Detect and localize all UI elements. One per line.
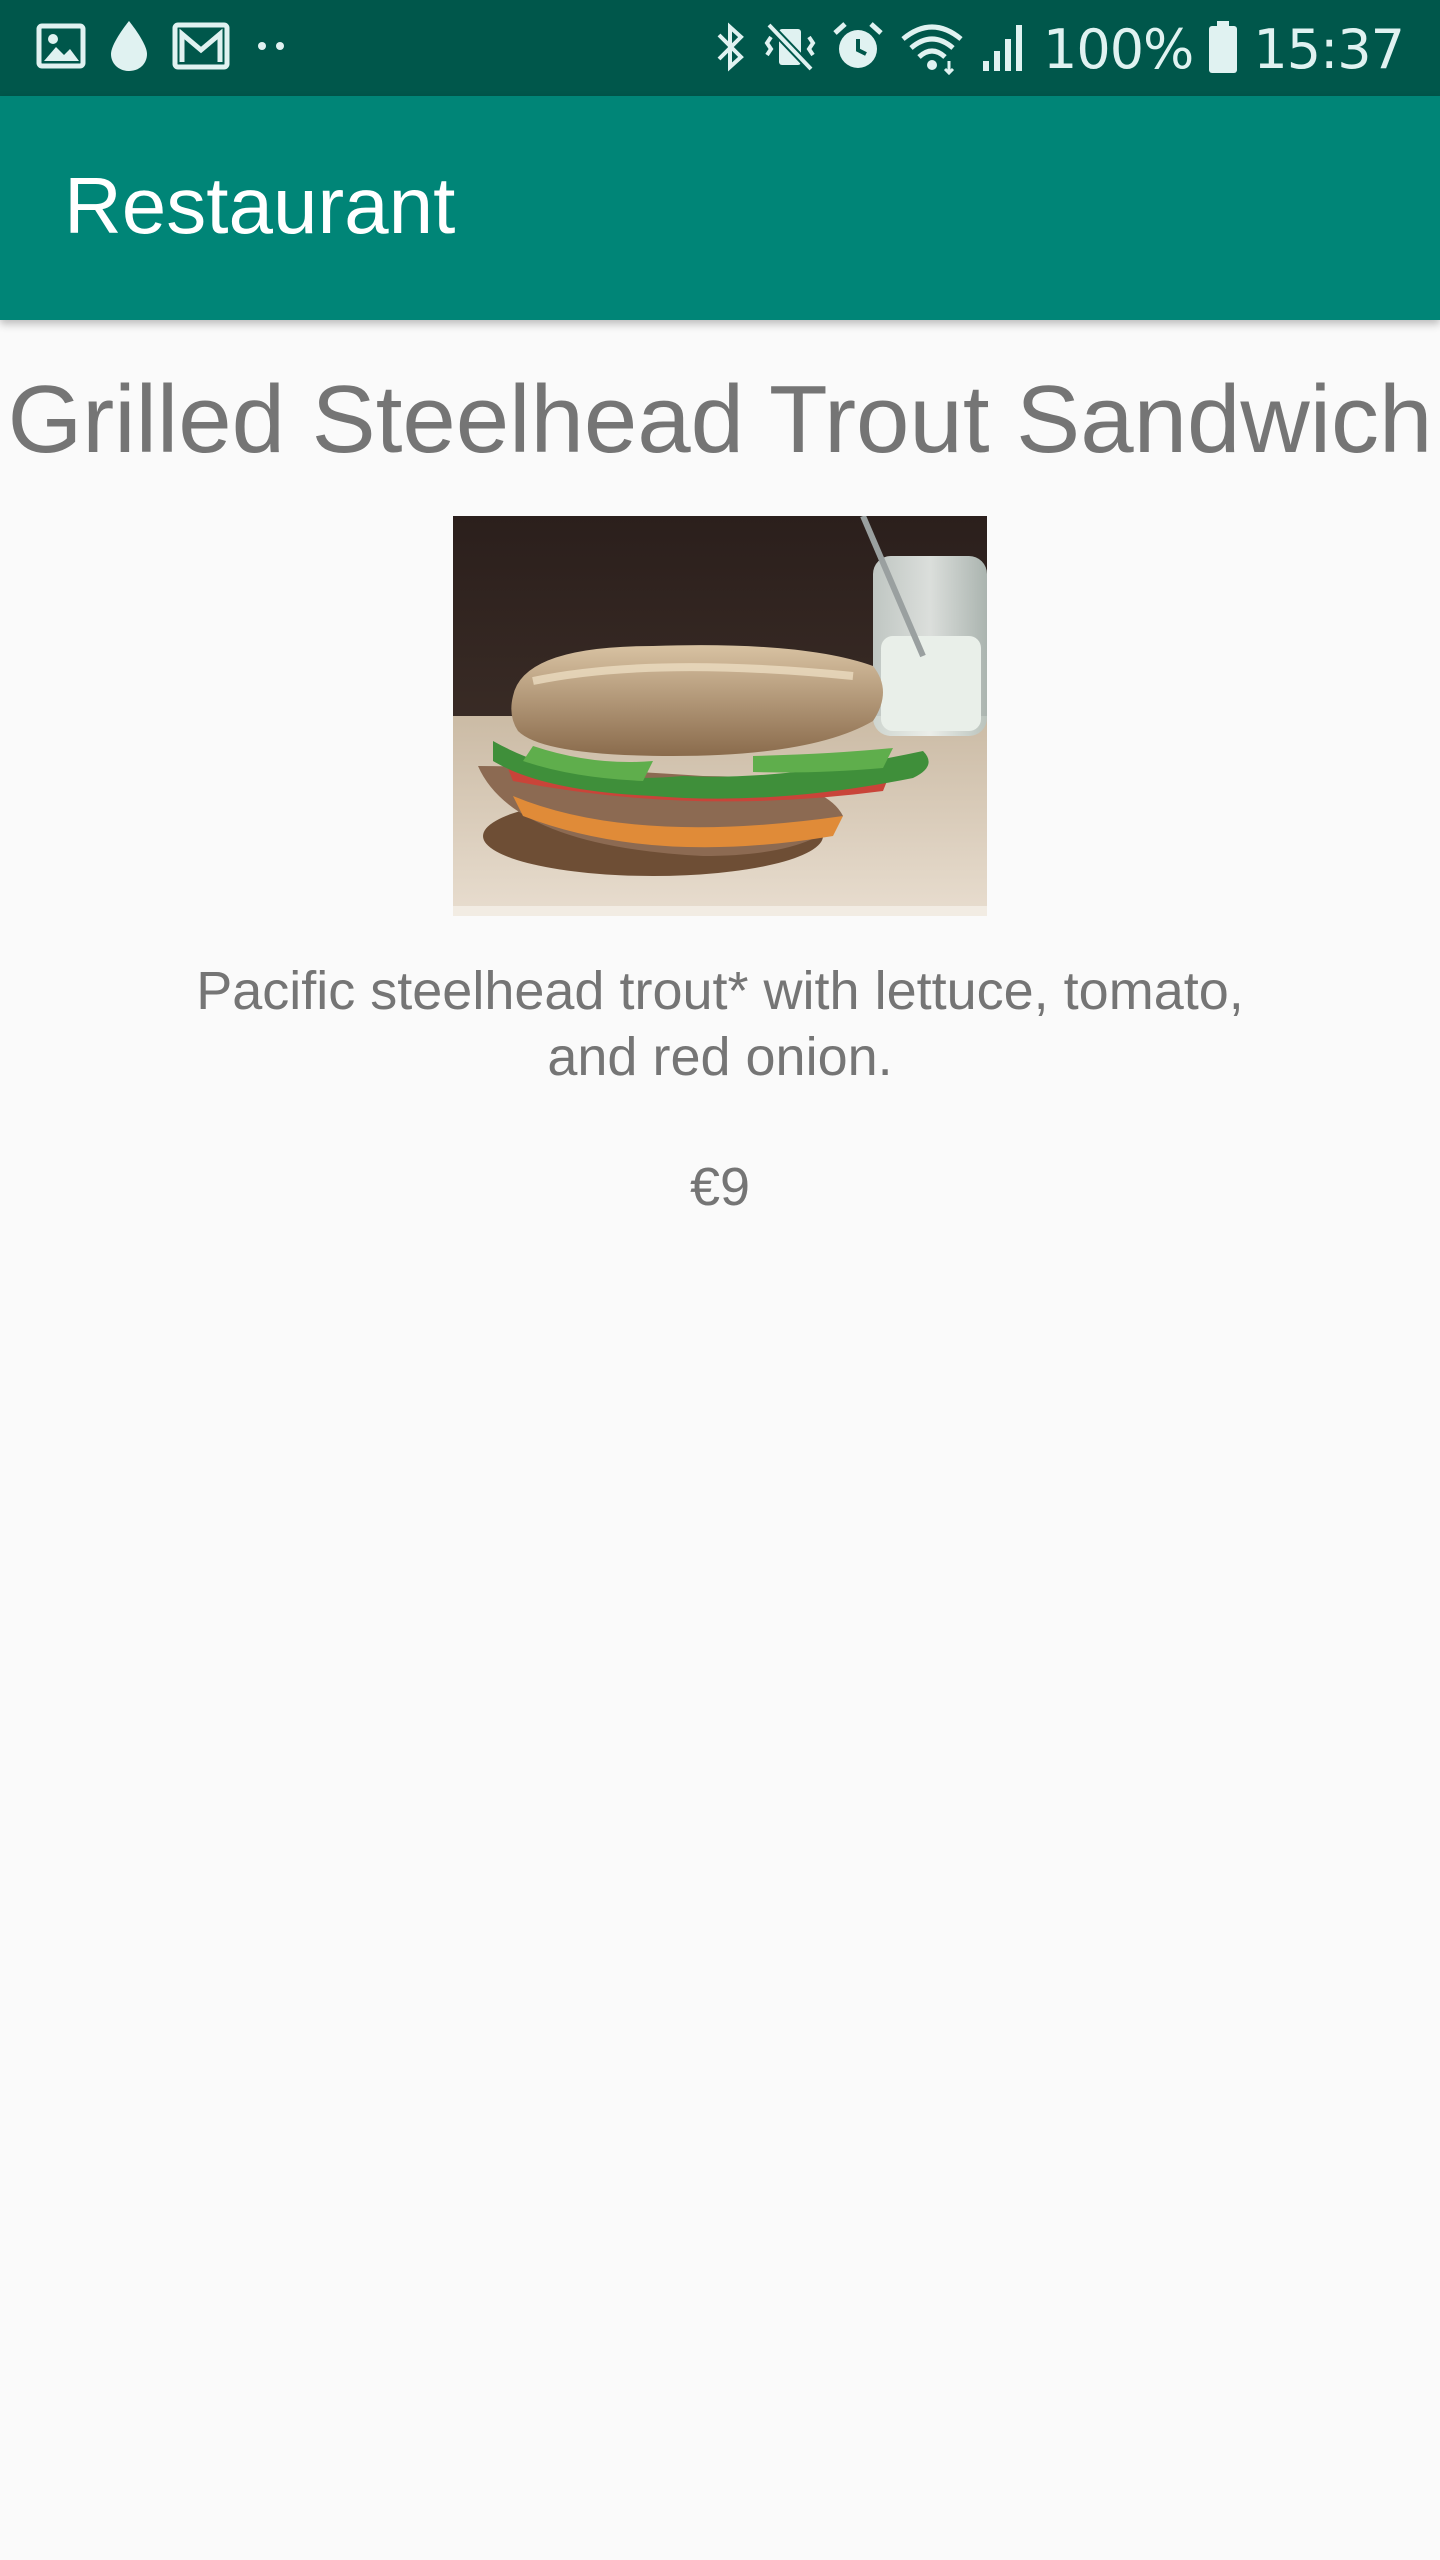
gallery-icon bbox=[36, 23, 86, 74]
drop-icon bbox=[108, 19, 150, 78]
more-dots-icon bbox=[252, 36, 292, 61]
wifi-icon bbox=[899, 19, 965, 80]
battery-percent: 100% bbox=[1042, 17, 1194, 81]
vibrate-mute-icon bbox=[763, 19, 817, 80]
bluetooth-icon bbox=[713, 19, 749, 80]
system-icons: 100% 15:37 bbox=[713, 14, 1405, 84]
status-bar: 100% 15:37 bbox=[0, 0, 1440, 96]
signal-icon bbox=[979, 19, 1029, 80]
item-name: Grilled Steelhead Trout Sandwich bbox=[7, 366, 1433, 473]
clock-time: 15:37 bbox=[1253, 17, 1405, 81]
gmail-icon bbox=[172, 22, 230, 75]
item-price: €9 bbox=[689, 1157, 751, 1217]
item-description: Pacific steelhead trout* with lettuce, t… bbox=[196, 961, 1244, 1087]
battery-icon bbox=[1207, 19, 1239, 80]
notification-icons bbox=[36, 20, 292, 76]
app-bar: Restaurant bbox=[0, 96, 1440, 320]
alarm-icon bbox=[831, 19, 885, 80]
item-detail: Grilled Steelhead Trout Sandwich Pacific… bbox=[0, 320, 1440, 1217]
sandwich-photo bbox=[453, 516, 987, 916]
app-title: Restaurant bbox=[64, 161, 456, 250]
